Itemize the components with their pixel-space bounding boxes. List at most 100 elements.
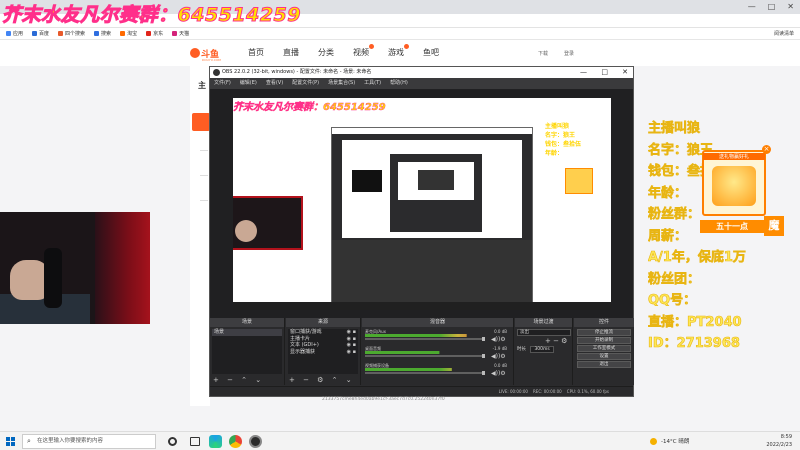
preview-line: 年龄： [545,150,564,157]
clock-time: 8:59 [780,434,792,440]
search-icon: ⌕ [27,437,31,445]
stop-streaming-button[interactable]: 停止推流 [577,329,631,336]
volume-slider[interactable] [365,371,485,375]
bookmark-taobao[interactable]: 淘宝 [120,30,137,37]
scenes-dock: 场景 场景 + − ⌃ ⌄ [210,318,285,385]
nav-fishbar[interactable]: 鱼吧 [423,47,439,58]
gift-badge: 魔 [764,216,784,236]
bookmarks-bar: 应用 百度 四个搜索 搜索 淘宝 京东 天猫 [0,28,800,40]
bookmark-search-4[interactable]: 四个搜索 [58,30,85,37]
taskbar-search-input[interactable]: ⌕ 在这里输入你要搜索的内容 [22,434,156,449]
slider-knob[interactable] [482,354,485,358]
gift-image [712,166,756,206]
windows-start-icon[interactable] [6,437,15,446]
obs-titlebar: OBS 22.0.2 (32-bit, windows) - 配置文件: 未命名… [210,67,633,78]
search-icon [94,31,100,36]
obs-taskbar-icon[interactable] [249,435,262,448]
speaker-icon[interactable]: ◀))⚙ [491,353,506,360]
bookmark-search[interactable]: 搜索 [94,30,111,37]
studio-mode-button[interactable]: 工作室模式 [577,345,631,352]
browser-minimize-button[interactable]: — [748,2,756,11]
nested-webcam [352,170,382,192]
menu-file[interactable]: 文件(F) [214,78,231,89]
bookmark-label: 淘宝 [127,31,138,37]
nav-video[interactable]: 视频 [353,44,374,58]
overlay-line: A/1年，保底1万 [648,250,746,266]
search-placeholder: 在这里输入你要搜索的内容 [37,438,104,444]
menu-profile[interactable]: 配置文件(P) [292,78,319,89]
scene-item[interactable]: 场景 [212,329,282,336]
volume-slider[interactable] [365,337,485,341]
sources-toolbar[interactable]: + − ⚙ ⌃ ⌄ [289,376,355,384]
transition-duration: 时长 300ms [517,346,554,353]
source-label: 显示器捕获 [290,348,316,355]
cortana-icon[interactable] [168,437,177,446]
nav-home[interactable]: 首页 [248,47,264,58]
gift-button[interactable]: 五十一点 [700,220,764,233]
bookmark-baidu[interactable]: 百度 [32,30,49,37]
sources-list: 窗口捕获/游戏 ◉ ▪ 主播卡片 ◉ ▪ 文本 (GDI+) ◉ ▪ 显示器捕获 ◉ ▪ [288,329,358,374]
reading-list-button[interactable]: 阅读清单 [774,30,794,37]
nav-games[interactable]: 游戏 [388,44,409,58]
bookmark-tmall[interactable]: 天猫 [172,30,189,37]
scenes-toolbar[interactable]: + − ⌃ ⌄ [213,376,264,384]
menu-help[interactable]: 帮助(H) [390,78,408,89]
nav-category[interactable]: 分类 [318,47,334,58]
weather-widget[interactable]: -14°C 晴朗 [650,437,689,445]
bookmark-apps[interactable]: 应用 [6,30,23,37]
mixer-track: 视频捕获设备 0.0 dB ◀))⚙ [365,363,509,377]
edge-icon[interactable] [209,435,222,448]
preview-nested-obs [331,127,533,308]
obs-preview[interactable]: 芥末水友凡尔赛群：645514259 主播叫狼 名字：狼王 钱包：叁拾伍 年龄： [210,89,633,318]
close-icon[interactable]: × [762,145,771,154]
chrome-icon[interactable] [229,435,242,448]
volume-meter [365,351,440,354]
source-item[interactable]: 显示器捕获 ◉ ▪ [288,349,358,356]
bookmark-label: 应用 [13,31,24,37]
preview-line: 主播叫狼 [545,123,570,130]
obs-status-bar: LIVE: 00:00:00 REC: 00:00:00 CPU: 0.1%, … [210,386,633,396]
menu-view[interactable]: 查看(V) [266,78,283,89]
controls-dock: 控件 停止推流 开始录制 工作室模式 设置 退出 [574,318,634,385]
transition-select[interactable]: 淡出 [517,329,571,336]
overlay-line: 主播叫狼 [648,121,701,137]
menu-tools[interactable]: 工具(T) [364,78,381,89]
obs-maximize-button[interactable]: □ [601,67,608,78]
obs-close-button[interactable]: ✕ [622,67,628,78]
track-db: -1.9 dB [492,346,507,351]
bookmark-jd[interactable]: 京东 [146,30,163,37]
microphone [44,248,62,308]
visibility-icon[interactable]: ◉ ▪ [347,349,358,356]
bookmark-label: 百度 [39,31,50,37]
sidebar-divider [200,200,208,201]
speaker-icon[interactable]: ◀))⚙ [491,370,506,377]
browser-maximize-button[interactable]: □ [768,2,776,11]
site-nav: 首页 直播 分类 视频 游戏 鱼吧 [248,44,439,58]
start-recording-button[interactable]: 开始录制 [577,337,631,344]
nav-live[interactable]: 直播 [283,47,299,58]
obs-window-title: OBS 22.0.2 (32-bit, windows) - 配置文件: 未命名… [222,69,372,75]
exit-button[interactable]: 退出 [577,361,631,368]
sidebar-active-item[interactable] [192,113,210,131]
slider-knob[interactable] [482,371,485,375]
obs-minimize-button[interactable]: — [580,67,587,78]
page-footer-text: 2133757cme8h4ed0ab9e1cf-3aec7d7c0.252240… [322,397,445,402]
browser-close-button[interactable]: ✕ [787,2,794,11]
bookmark-label: 四个搜索 [65,31,86,37]
task-view-icon[interactable] [190,437,200,446]
taobao-icon [120,31,126,36]
speaker-icon[interactable]: ◀))⚙ [491,336,506,343]
controls-buttons: 停止推流 开始录制 工作室模式 设置 退出 [577,329,631,369]
settings-button[interactable]: 设置 [577,353,631,360]
menu-scene-collection[interactable]: 场景集合(S) [328,78,355,89]
download-link[interactable]: 下载 [538,50,548,57]
duration-input[interactable]: 300ms [530,346,554,353]
menu-edit[interactable]: 编辑(E) [240,78,257,89]
slider-knob[interactable] [482,337,485,341]
login-link[interactable]: 登录 [564,50,574,57]
system-clock[interactable]: 8:59 2022/2/23 [766,433,792,449]
windows-taskbar: ⌕ 在这里输入你要搜索的内容 -14°C 晴朗 8:59 2022/2/23 [0,431,800,450]
transition-add-remove[interactable]: + − ⚙ [545,337,567,345]
volume-slider[interactable] [365,354,485,358]
bookmark-label: 搜索 [101,31,112,37]
